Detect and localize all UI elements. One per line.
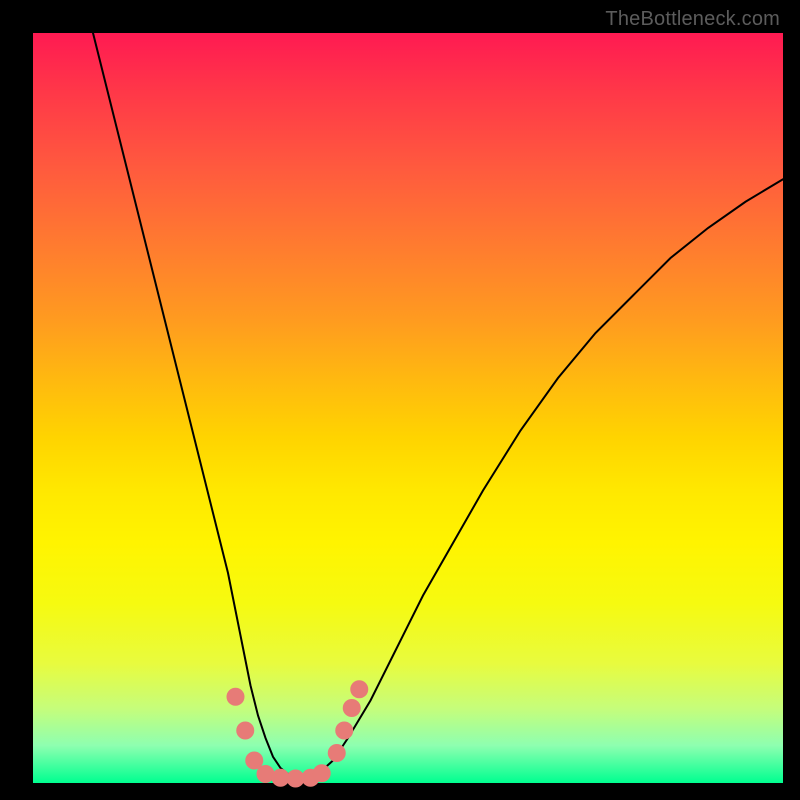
curve-line	[93, 33, 783, 779]
marker-point	[343, 699, 361, 717]
chart-svg	[33, 33, 783, 783]
marker-point	[350, 680, 368, 698]
marker-point	[236, 722, 254, 740]
marker-point	[227, 688, 245, 706]
marker-point	[335, 722, 353, 740]
marker-point	[313, 764, 331, 782]
marker-point	[328, 744, 346, 762]
chart-frame: TheBottleneck.com	[0, 0, 800, 800]
marker-group	[227, 680, 369, 787]
marker-point	[257, 765, 275, 783]
credit-text: TheBottleneck.com	[605, 8, 780, 31]
